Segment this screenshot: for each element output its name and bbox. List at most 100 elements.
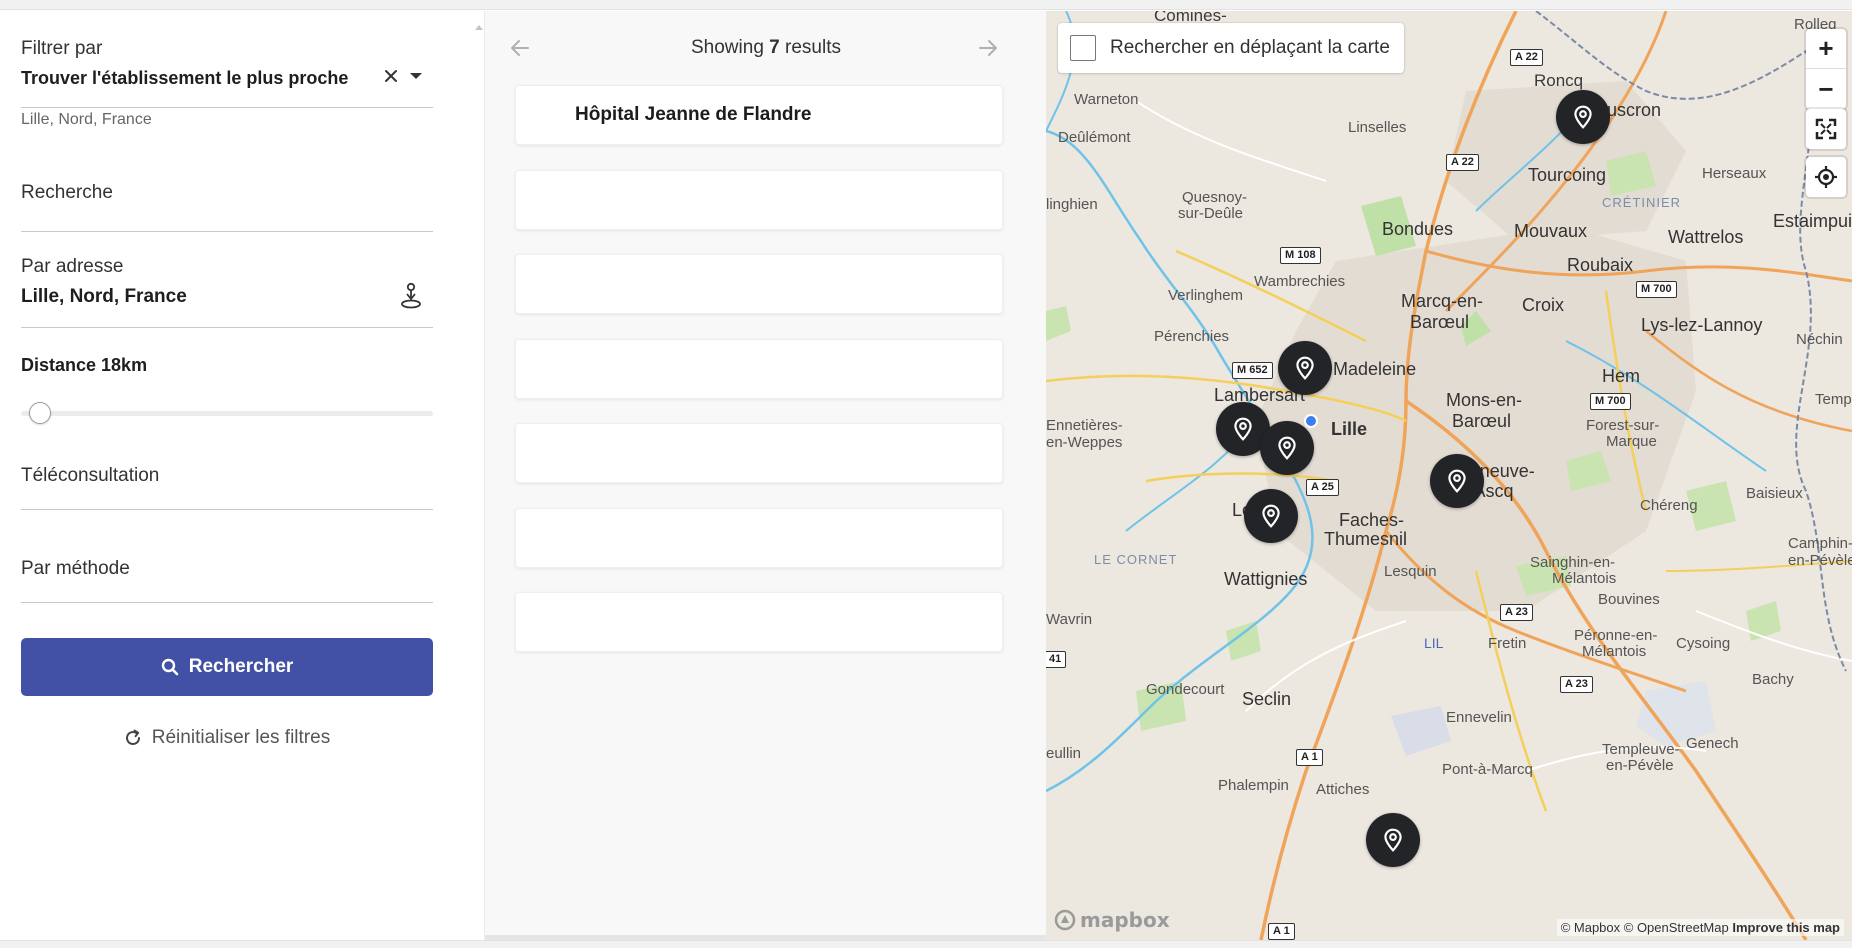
result-card[interactable]: Hôpital Jeanne de Flandre bbox=[515, 85, 1003, 145]
map-label: Wattrelos bbox=[1668, 227, 1744, 247]
method-divider bbox=[21, 602, 433, 603]
search-field[interactable]: Recherche bbox=[21, 182, 433, 204]
road-badge: A 22 bbox=[1446, 154, 1479, 171]
map-label: Barœul bbox=[1410, 312, 1470, 332]
attribution-text[interactable]: © Mapbox © OpenStreetMap bbox=[1561, 920, 1729, 935]
clear-filter-icon[interactable] bbox=[378, 63, 404, 89]
map-label: Hem bbox=[1602, 366, 1641, 386]
filter-scrollbar[interactable] bbox=[474, 25, 483, 945]
map-label: Tourcoing bbox=[1528, 165, 1607, 185]
map-label: Baisieux bbox=[1746, 485, 1803, 502]
refresh-icon bbox=[125, 729, 140, 745]
map-label: Deûlémont bbox=[1058, 129, 1131, 146]
map-label: Lille bbox=[1331, 419, 1368, 439]
distance-slider-track[interactable] bbox=[21, 411, 433, 416]
map-label: en-Pévèle bbox=[1788, 552, 1852, 569]
search-on-move-checkbox[interactable] bbox=[1070, 35, 1096, 61]
map-label: Wattignies bbox=[1224, 569, 1308, 589]
map-label: Pont-à-Marcq bbox=[1442, 761, 1533, 778]
map-pin[interactable] bbox=[1278, 341, 1332, 395]
map-label: Linselles bbox=[1348, 119, 1407, 136]
map-label: Cysoing bbox=[1676, 635, 1731, 652]
search-divider bbox=[21, 231, 433, 232]
map-label: Bouvines bbox=[1598, 591, 1660, 608]
road-badge: M 700 bbox=[1590, 393, 1631, 410]
results-header: Showing 7 results bbox=[485, 35, 1047, 65]
location-pin-icon bbox=[1296, 356, 1314, 380]
map-label: Bondues bbox=[1382, 219, 1454, 239]
mapbox-logo[interactable]: mapbox bbox=[1054, 908, 1170, 932]
map-label: Gondecourt bbox=[1146, 681, 1225, 698]
road-badge: A 25 bbox=[1306, 479, 1339, 496]
geolocate-icon[interactable] bbox=[1806, 157, 1846, 197]
map-label: Roncq bbox=[1534, 71, 1584, 90]
map-label: Templeuve- bbox=[1602, 741, 1680, 758]
filter-by-select-value[interactable]: Trouver l'établissement le plus proche bbox=[21, 68, 351, 89]
zoom-in-button[interactable]: + bbox=[1806, 29, 1846, 69]
results-panel: Showing 7 results Hôpital Jeanne de Flan… bbox=[484, 11, 1047, 940]
address-label: Par adresse bbox=[21, 256, 124, 277]
fullscreen-icon[interactable] bbox=[1806, 109, 1846, 149]
road-badge: A 22 bbox=[1510, 49, 1543, 66]
chevron-down-icon[interactable] bbox=[406, 66, 426, 86]
map-pin[interactable] bbox=[1244, 489, 1298, 543]
search-button-label: Rechercher bbox=[188, 656, 294, 677]
teleconsultation-divider bbox=[21, 509, 433, 510]
road-badge: M 652 bbox=[1232, 362, 1273, 379]
map-label: Estaimpuis bbox=[1773, 211, 1852, 231]
map-label: eullin bbox=[1046, 745, 1082, 762]
result-card[interactable] bbox=[515, 592, 1003, 652]
filter-by-label: Filtrer par bbox=[21, 38, 103, 59]
scroll-up-arrow[interactable] bbox=[475, 25, 483, 30]
result-card[interactable] bbox=[515, 423, 1003, 483]
result-card[interactable] bbox=[515, 508, 1003, 568]
road-badge: M 108 bbox=[1280, 247, 1321, 264]
road-badge: M 700 bbox=[1636, 281, 1677, 298]
map-label: Attiches bbox=[1316, 781, 1370, 798]
search-button[interactable]: Rechercher bbox=[21, 638, 433, 696]
map-label: Mons-en- bbox=[1446, 390, 1523, 410]
map-label: Mélantois bbox=[1582, 643, 1647, 660]
filter-panel: Filtrer par Trouver l'établissement le p… bbox=[0, 11, 484, 945]
map-label: Quesnoy- bbox=[1182, 189, 1248, 206]
map-label: Seclin bbox=[1242, 689, 1292, 709]
map-label: Mélantois bbox=[1552, 570, 1617, 587]
address-input[interactable]: Lille, Nord, France bbox=[21, 286, 381, 308]
result-name: Hôpital Jeanne de Flandre bbox=[575, 104, 812, 125]
map[interactable]: Comines- Rolleg Roncq Mouscron Warneton … bbox=[1046, 11, 1852, 940]
map-label: Ennetières- bbox=[1046, 417, 1123, 434]
map-label: Fretin bbox=[1488, 635, 1527, 652]
result-card[interactable] bbox=[515, 339, 1003, 399]
map-label: Forest-sur- bbox=[1586, 417, 1660, 434]
teleconsultation-toggle[interactable]: Téléconsultation bbox=[21, 465, 433, 487]
map-label: en-Pévèle bbox=[1606, 757, 1674, 774]
map-pin[interactable] bbox=[1556, 90, 1610, 144]
zoom-out-button[interactable]: − bbox=[1806, 69, 1846, 109]
road-badge: A 23 bbox=[1560, 676, 1593, 693]
result-card[interactable] bbox=[515, 254, 1003, 314]
search-on-move-label: Rechercher en déplaçant la carte bbox=[1110, 37, 1390, 58]
map-label: Herseaux bbox=[1702, 165, 1767, 182]
map-pin[interactable] bbox=[1430, 454, 1484, 508]
distance-slider-thumb[interactable] bbox=[28, 402, 51, 424]
map-label: Genech bbox=[1686, 735, 1739, 752]
map-pin[interactable] bbox=[1366, 813, 1420, 867]
next-page-arrow-icon[interactable] bbox=[977, 37, 1003, 63]
result-card[interactable] bbox=[515, 170, 1003, 230]
user-location-dot bbox=[1304, 414, 1318, 428]
method-select[interactable]: Par méthode bbox=[21, 558, 433, 580]
road-badge: 41 bbox=[1046, 651, 1067, 668]
search-on-move-control[interactable]: Rechercher en déplaçant la carte bbox=[1058, 23, 1404, 73]
bottom-edge bbox=[0, 940, 1852, 948]
map-label: Warneton bbox=[1074, 91, 1139, 108]
map-pin[interactable] bbox=[1260, 421, 1314, 475]
improve-map-link[interactable]: Improve this map bbox=[1732, 920, 1840, 935]
map-label: Wambrechies bbox=[1254, 273, 1346, 290]
locate-me-icon[interactable] bbox=[396, 281, 426, 311]
road-badge: A 1 bbox=[1268, 923, 1295, 940]
reset-filters-button[interactable]: Réinitialiser les filtres bbox=[21, 725, 433, 751]
map-label: Sainghin-en- bbox=[1530, 554, 1616, 571]
map-label: Péronne-en- bbox=[1574, 627, 1658, 644]
map-label: LE CORNET bbox=[1094, 552, 1178, 567]
location-pin-icon bbox=[1234, 417, 1252, 441]
